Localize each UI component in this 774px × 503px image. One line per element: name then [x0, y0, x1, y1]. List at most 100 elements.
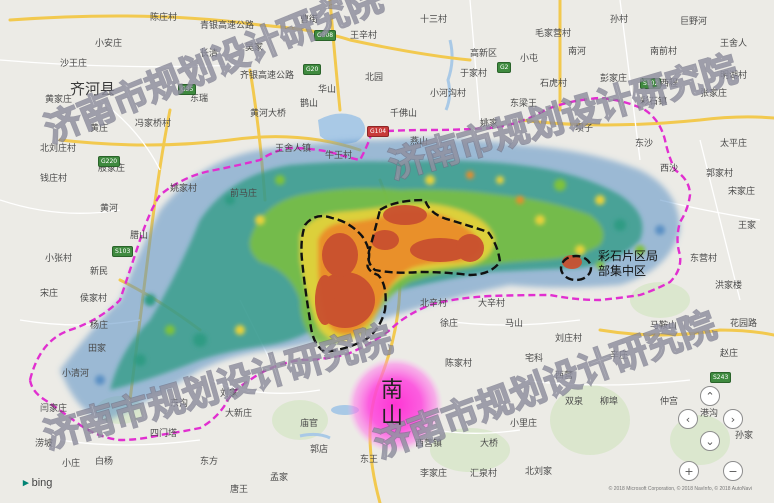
place-label: 王辛村	[350, 31, 378, 41]
place-label: 马山	[505, 319, 524, 329]
place-label: 石虎村	[540, 79, 568, 89]
road-shield: S103	[112, 246, 134, 257]
bing-mark-icon: ▸	[23, 477, 29, 489]
place-label: 大新庄	[225, 409, 253, 419]
nanshan-label: 南 山	[381, 378, 403, 430]
place-label: 千佛山	[390, 109, 418, 119]
place-label: 孟家	[270, 473, 289, 483]
place-label: 齐银高速公路	[240, 71, 295, 81]
place-label: 华山	[318, 85, 337, 95]
place-label: 小里庄	[510, 419, 538, 429]
place-label: 侯家村	[80, 294, 108, 304]
place-label: 李家庄	[420, 469, 448, 479]
place-label: 南河	[568, 47, 587, 57]
place-label: 陈家村	[445, 359, 473, 369]
caishi-label-line: 部集中区	[598, 264, 647, 278]
place-label: 徐庄	[440, 319, 459, 329]
place-label: 港沟	[700, 409, 719, 419]
caishi-area-label: 彩石片区局 部集中区	[598, 249, 658, 279]
place-label: 北园	[365, 73, 384, 83]
place-label: 孙家	[735, 431, 754, 441]
place-label: 小安庄	[95, 39, 123, 49]
place-label: 宋庄	[40, 289, 59, 299]
place-label: 沙王庄	[60, 59, 88, 69]
place-label: 大桥	[480, 439, 499, 449]
place-label: 汇泉村	[470, 469, 498, 479]
pan-up-button[interactable]: ⌃	[700, 386, 720, 406]
place-label: 小河沟村	[430, 89, 467, 99]
place-label: 王舍人	[720, 39, 748, 49]
road-shield: G20	[303, 64, 322, 75]
place-label: 新民	[90, 267, 109, 277]
pan-left-button[interactable]: ‹	[678, 409, 698, 429]
place-label: 四门塔	[150, 429, 178, 439]
nanshan-label-line: 南	[381, 378, 404, 403]
chevron-right-icon: ›	[730, 412, 736, 426]
place-label: 高新区	[470, 49, 498, 59]
place-label: 冯家桥村	[135, 119, 172, 129]
bing-logo[interactable]: ▸ bing	[23, 476, 52, 489]
road-shield: S243	[710, 372, 732, 383]
place-label: 白杨	[95, 457, 114, 467]
place-label: 鹊山	[300, 99, 319, 109]
place-label: 王家	[738, 221, 757, 231]
place-label: 宅科	[525, 354, 544, 364]
road-shield: G2	[497, 62, 512, 73]
bing-brand: bing	[31, 477, 53, 489]
minus-icon: −	[728, 464, 738, 478]
zoom-out-button[interactable]: −	[723, 461, 743, 481]
place-label: 庙官	[300, 419, 319, 429]
place-label: 姚家村	[170, 184, 198, 194]
pan-right-button[interactable]: ›	[723, 409, 743, 429]
place-label: 巨野河	[680, 17, 708, 27]
place-label: 十三村	[420, 15, 448, 25]
place-label: 东沙	[635, 139, 654, 149]
zoom-in-button[interactable]: +	[679, 461, 699, 481]
place-label: 前马庄	[230, 189, 258, 199]
place-label: 腊山	[130, 231, 149, 241]
plus-icon: +	[684, 464, 694, 478]
place-label: 洪家楼	[715, 281, 743, 291]
place-label: 柳埠	[600, 397, 619, 407]
place-label: 南前村	[650, 47, 678, 57]
road-shield: G104	[367, 126, 390, 137]
place-label: 仲宫	[660, 397, 679, 407]
place-label: 杨庄	[90, 321, 109, 331]
place-label: 花园路	[730, 319, 758, 329]
place-label: 小庄	[62, 459, 81, 469]
place-label: 小张村	[45, 254, 73, 264]
nanshan-label-line: 山	[381, 404, 404, 429]
place-label: 太平庄	[720, 139, 748, 149]
place-label: 西沙	[660, 164, 679, 174]
place-label: 田家	[88, 344, 107, 354]
place-label: 于家村	[460, 69, 488, 79]
place-label: 毛家营村	[535, 29, 572, 39]
place-label: 大辛村	[478, 299, 506, 309]
place-label: 郭店	[310, 445, 329, 455]
map-copyright: © 2018 Microsoft Corporation, © 2018 Nav…	[608, 486, 752, 492]
place-label: 刘庄村	[555, 334, 583, 344]
place-label: 钱庄村	[40, 174, 68, 184]
caishi-label-line: 彩石片区局	[598, 249, 659, 263]
place-label: 北辛村	[420, 299, 448, 309]
place-label: 王舍人镇	[275, 144, 312, 154]
place-label: 小屯	[520, 54, 539, 64]
pan-down-button[interactable]: ⌄	[700, 431, 720, 451]
map-view[interactable]: 齐河县 陈庄村 青银高速公路 曹街 王辛村 小安庄 吴家 十三村 沙王庄 齐银高…	[0, 0, 774, 503]
road-shield: G220	[98, 156, 121, 167]
chevron-down-icon: ⌄	[705, 434, 715, 448]
place-label: 宋家庄	[728, 187, 756, 197]
place-label: 北刘家	[525, 467, 553, 477]
place-label: 牛王村	[325, 151, 353, 161]
place-label: 唐王	[230, 485, 249, 495]
place-label: 赵庄	[720, 349, 739, 359]
chevron-up-icon: ⌃	[705, 389, 715, 403]
place-label: 孙村	[610, 15, 629, 25]
place-label: 东王	[360, 455, 379, 465]
place-label: 东瑞	[190, 94, 209, 104]
chevron-left-icon: ‹	[685, 412, 691, 426]
place-label: 小清河	[62, 369, 90, 379]
place-label: 东营村	[690, 254, 718, 264]
place-label: 郭家村	[706, 169, 734, 179]
place-label: 黄河大桥	[250, 109, 287, 119]
